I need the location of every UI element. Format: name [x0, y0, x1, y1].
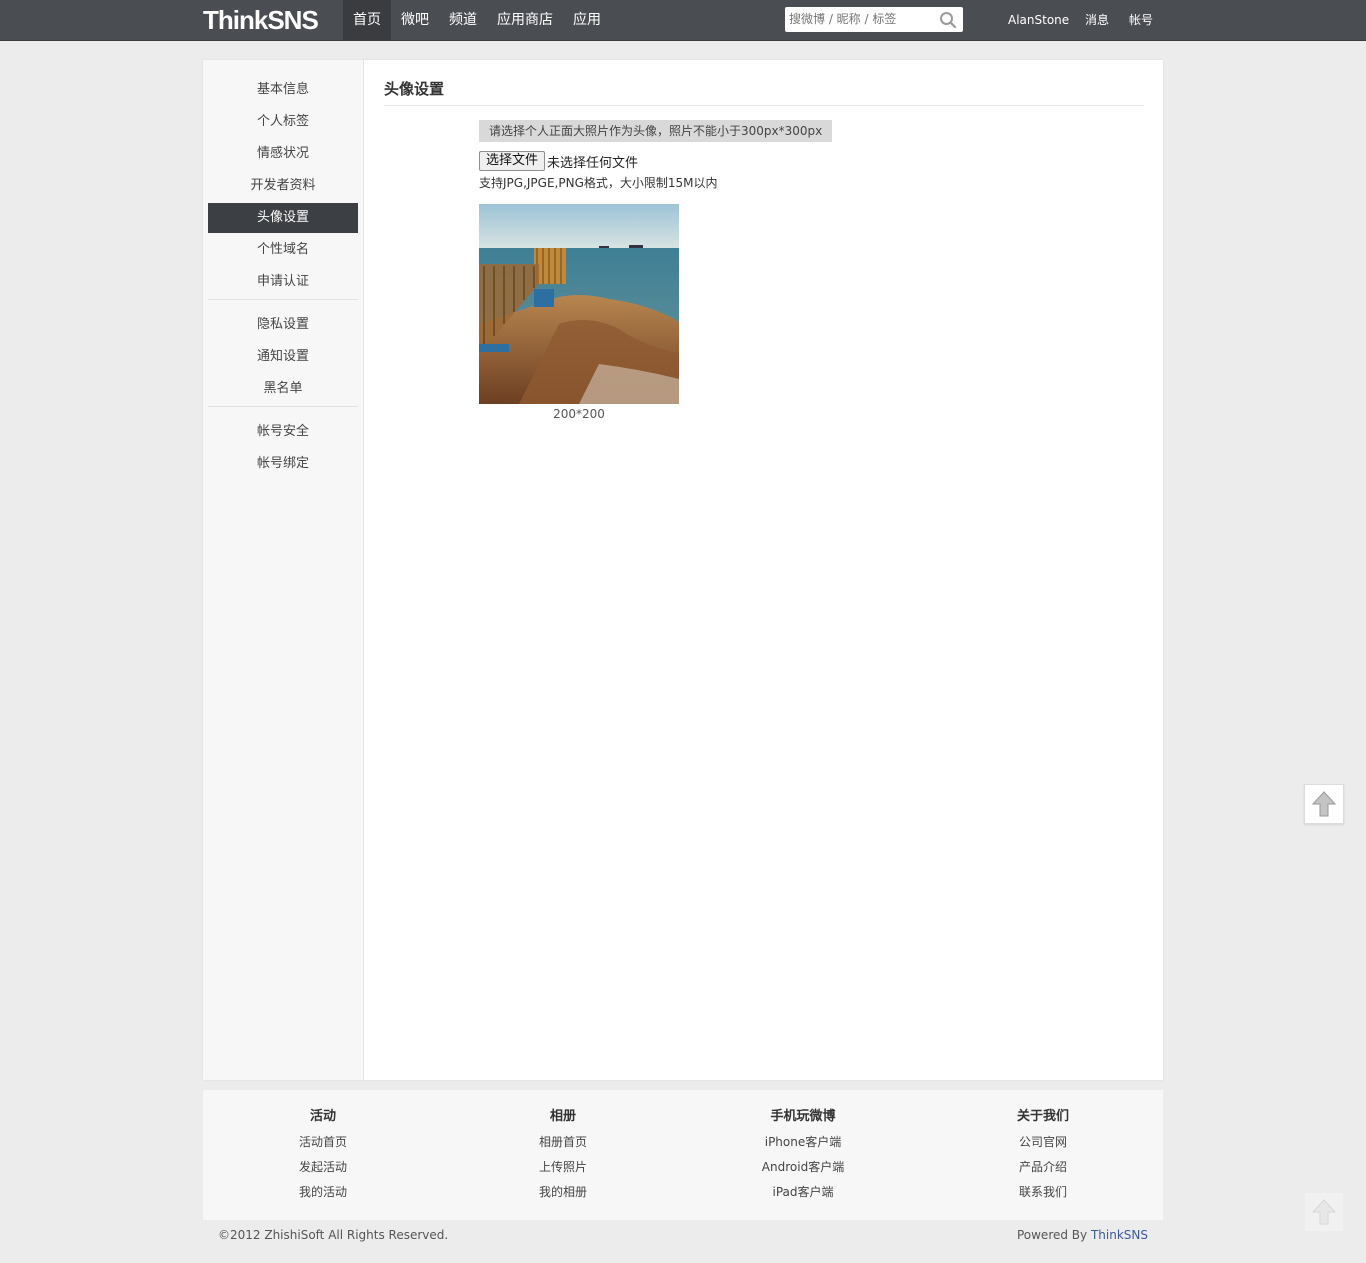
avatar-image [479, 204, 679, 404]
search-icon[interactable] [939, 11, 957, 29]
arrow-up-icon [1311, 1199, 1337, 1225]
sidebar-item-security[interactable]: 帐号安全 [208, 417, 358, 447]
file-status: 未选择任何文件 [547, 156, 639, 171]
sidebar-item-basic-info[interactable]: 基本信息 [208, 75, 358, 105]
sidebar-item-binding[interactable]: 帐号绑定 [208, 449, 358, 479]
footer-link[interactable]: iPhone客户端 [723, 1133, 883, 1158]
powered-by: Powered By ThinkSNS [1017, 1228, 1148, 1242]
logo[interactable]: ThinkSNS [203, 5, 319, 35]
sidebar-item-relationship[interactable]: 情感状况 [208, 139, 358, 169]
avatar-size-label: 200*200 [553, 407, 605, 421]
footer-column-activities: 活动 活动首页 发起活动 我的活动 [243, 1108, 403, 1208]
footer-column-mobile: 手机玩微博 iPhone客户端 Android客户端 iPad客户端 [723, 1108, 883, 1208]
footer-link[interactable]: 联系我们 [963, 1183, 1123, 1208]
arrow-up-icon [1311, 791, 1337, 817]
top-bar: ThinkSNS 首页 微吧 频道 应用商店 应用 AlanStone 消息 帐… [0, 0, 1366, 41]
sidebar-item-avatar[interactable]: 头像设置 [208, 203, 358, 233]
footer-link[interactable]: 相册首页 [483, 1133, 643, 1158]
search-box [785, 7, 963, 32]
footer-link[interactable]: 产品介绍 [963, 1158, 1123, 1183]
back-to-top-button-faded[interactable] [1304, 1192, 1344, 1232]
title-divider [384, 105, 1144, 106]
upload-hint: 请选择个人正面大照片作为头像，照片不能小于300px*300px [479, 120, 833, 142]
footer-link[interactable]: 我的活动 [243, 1183, 403, 1208]
choose-file-button[interactable]: 选择文件 [479, 151, 546, 171]
sidebar-item-notifications[interactable]: 通知设置 [208, 342, 358, 372]
nav-item-app-store[interactable]: 应用商店 [487, 0, 563, 40]
sidebar-item-tags[interactable]: 个人标签 [208, 107, 358, 137]
footer-column-title: 关于我们 [1016, 1109, 1069, 1124]
footer-column-about: 关于我们 公司官网 产品介绍 联系我们 [963, 1108, 1123, 1208]
copyright-text: ©2012 ZhishiSoft All Rights Reserved. [218, 1228, 449, 1242]
sidebar-divider [208, 299, 358, 300]
account-link[interactable]: 帐号 [1129, 0, 1153, 40]
messages-link[interactable]: 消息 [1085, 0, 1109, 40]
footer-link[interactable]: Android客户端 [723, 1158, 883, 1183]
sidebar-divider [208, 406, 358, 407]
settings-card: 基本信息 个人标签 情感状况 开发者资料 头像设置 个性域名 申请认证 隐私设置… [203, 60, 1163, 1080]
footer-link[interactable]: 活动首页 [243, 1133, 403, 1158]
footer-link[interactable]: 发起活动 [243, 1158, 403, 1183]
footer-column-title: 手机玩微博 [770, 1109, 836, 1124]
footer-column-title: 相册 [549, 1109, 576, 1124]
powered-by-prefix: Powered By [1016, 1228, 1091, 1242]
nav-item-channel[interactable]: 频道 [439, 0, 487, 40]
sidebar-item-blacklist[interactable]: 黑名单 [208, 374, 358, 404]
settings-sidebar: 基本信息 个人标签 情感状况 开发者资料 头像设置 个性域名 申请认证 隐私设置… [203, 60, 364, 1080]
search-input[interactable] [789, 9, 937, 29]
sidebar-item-domain[interactable]: 个性域名 [208, 235, 358, 265]
thinksns-link[interactable]: ThinkSNS [1091, 1228, 1148, 1242]
nav-item-apps[interactable]: 应用 [563, 0, 611, 40]
username-link[interactable]: AlanStone [1008, 0, 1069, 40]
footer-link[interactable]: 公司官网 [963, 1133, 1123, 1158]
back-to-top-button[interactable] [1304, 784, 1344, 824]
footer-link[interactable]: iPad客户端 [723, 1183, 883, 1208]
format-hint: 支持JPG,JPGE,PNG格式，大小限制15M以内 [479, 176, 718, 190]
avatar-preview [479, 204, 679, 404]
nav-item-weiba[interactable]: 微吧 [391, 0, 439, 40]
footer-link[interactable]: 我的相册 [483, 1183, 643, 1208]
footer-column-album: 相册 相册首页 上传照片 我的相册 [483, 1108, 643, 1208]
main-nav: 首页 微吧 频道 应用商店 应用 [343, 0, 611, 40]
sidebar-item-privacy[interactable]: 隐私设置 [208, 310, 358, 340]
footer-link[interactable]: 上传照片 [483, 1158, 643, 1183]
sidebar-item-verify[interactable]: 申请认证 [208, 267, 358, 297]
nav-item-home[interactable]: 首页 [343, 0, 391, 40]
footer-column-title: 活动 [309, 1109, 336, 1124]
page-title: 头像设置 [384, 80, 445, 98]
sidebar-item-developer[interactable]: 开发者资料 [208, 171, 358, 201]
footer: 活动 活动首页 发起活动 我的活动 相册 相册首页 上传照片 我的相册 手机玩微… [203, 1090, 1163, 1220]
